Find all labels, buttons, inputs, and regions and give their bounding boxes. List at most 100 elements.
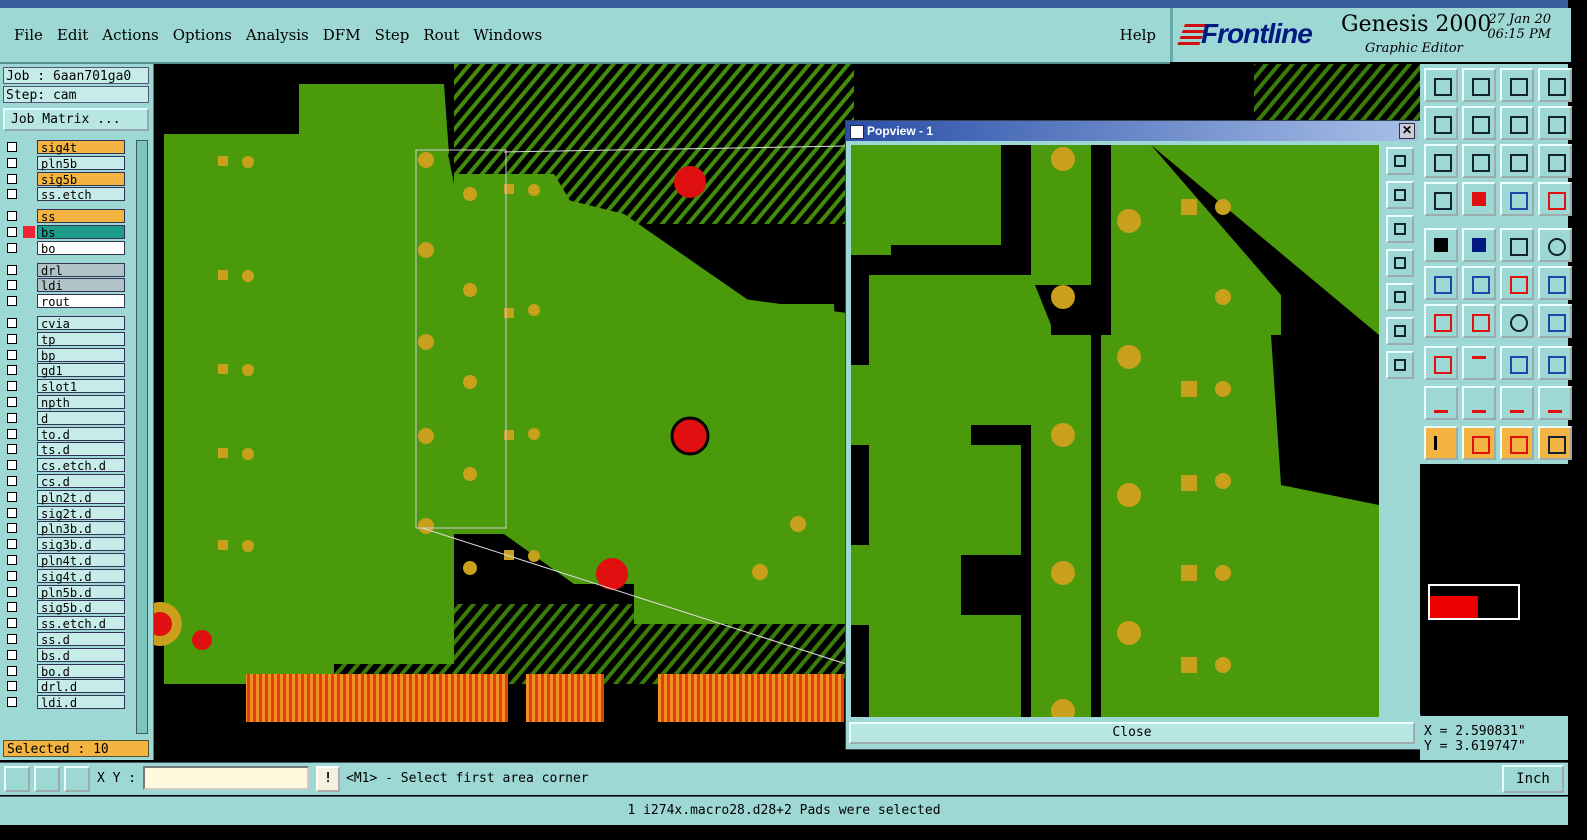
step-button[interactable] (1538, 106, 1572, 140)
layer-row[interactable]: slot1 (3, 379, 133, 394)
menu-rout[interactable]: Rout (423, 26, 459, 44)
layer-row[interactable]: pln5b (3, 155, 133, 171)
component-tool-button[interactable] (1500, 346, 1534, 380)
layer-row[interactable]: d (3, 410, 133, 426)
layer-checkbox[interactable] (7, 570, 17, 581)
layer-checkbox[interactable] (7, 491, 17, 502)
layer-checkbox[interactable] (7, 412, 17, 423)
layer-row[interactable]: bs.d (3, 647, 133, 663)
menu-options[interactable]: Options (173, 26, 232, 44)
pad-tool-button[interactable] (1424, 346, 1458, 380)
triangle-tool-button[interactable] (1424, 386, 1458, 420)
layer-checkbox[interactable] (7, 142, 17, 152)
layer-row[interactable]: sig4t (3, 140, 133, 155)
layer-row[interactable]: drl.d (3, 679, 133, 694)
layer-checkbox[interactable] (7, 428, 17, 439)
zoom-ratio-button[interactable] (1500, 144, 1534, 178)
help-tool-button[interactable] (1538, 144, 1572, 178)
pan-right-tool[interactable] (1386, 283, 1414, 311)
slash-tool-button[interactable] (1462, 304, 1496, 338)
layer-checkbox[interactable] (7, 242, 17, 253)
close-icon[interactable]: ✕ (1399, 123, 1415, 139)
layer-checkbox[interactable] (7, 523, 17, 534)
layer-row[interactable]: to.d (3, 426, 133, 442)
layer-row[interactable]: pln3b.d (3, 521, 133, 536)
layer-checkbox[interactable] (7, 381, 17, 392)
grid-mode-button[interactable] (64, 766, 90, 792)
snap-mode-button[interactable] (4, 766, 30, 792)
zoom-in-tool[interactable] (1386, 147, 1414, 175)
layer-list-scrollbar[interactable] (136, 140, 148, 734)
layer-checkbox[interactable] (7, 649, 17, 660)
pan-left-tool[interactable] (1386, 249, 1414, 277)
layer-checkbox[interactable] (7, 697, 17, 708)
layer-checkbox[interactable] (7, 365, 17, 376)
menu-dfm[interactable]: DFM (323, 26, 361, 44)
layer-row[interactable]: ss.etch.d (3, 616, 133, 631)
layer-checkbox[interactable] (7, 264, 17, 275)
arc-tool-button[interactable] (1500, 304, 1534, 338)
menu-step[interactable]: Step (375, 26, 410, 44)
menu-analysis[interactable]: Analysis (246, 26, 309, 44)
layer-checkbox[interactable] (7, 349, 17, 360)
select-net-tool-button[interactable] (1500, 426, 1534, 460)
angle-mode-button[interactable] (34, 766, 60, 792)
zoom-fit-tool[interactable] (1386, 317, 1414, 345)
layer-checkbox[interactable] (7, 634, 17, 644)
pan-up-button[interactable] (1424, 68, 1458, 102)
menu-help[interactable]: Help (1120, 26, 1156, 44)
layer-checkbox[interactable] (7, 618, 17, 629)
minus-tool-button[interactable] (1462, 346, 1496, 380)
ruler-tool-button[interactable] (1500, 228, 1534, 262)
layer-row[interactable]: gd1 (3, 363, 133, 378)
layer-row[interactable]: pln2t.d (3, 489, 133, 505)
layer-row[interactable]: pln4t.d (3, 553, 133, 568)
triangle4-tool-button[interactable] (1538, 386, 1572, 420)
layer-checkbox[interactable] (7, 460, 17, 471)
pan-left-button[interactable] (1424, 106, 1458, 140)
layer-row[interactable]: sig5b (3, 171, 133, 187)
pan-right-button[interactable] (1462, 106, 1496, 140)
layer-row[interactable]: cs.etch.d (3, 458, 133, 473)
layer-checkbox[interactable] (7, 602, 17, 613)
unit-button[interactable]: Inch (1502, 765, 1564, 793)
select-tool-button[interactable] (1424, 426, 1458, 460)
layer-row[interactable]: ss.etch (3, 187, 133, 202)
layer-checkbox[interactable] (7, 397, 17, 407)
xy-input[interactable] (143, 766, 309, 790)
layer-row[interactable]: ldi.d (3, 695, 133, 710)
layer-checkbox[interactable] (7, 227, 17, 237)
layer-row[interactable]: bo.d (3, 663, 133, 679)
layer-row[interactable]: rout (3, 294, 133, 309)
pan-up-tool[interactable] (1386, 181, 1414, 209)
layer-checkbox[interactable] (7, 665, 17, 676)
menu-file[interactable]: File (14, 26, 43, 44)
layer-row[interactable]: cvia (3, 316, 133, 331)
layer-row[interactable]: sig5b.d (3, 600, 133, 615)
redraw-button[interactable] (1500, 106, 1534, 140)
window-button[interactable] (1538, 68, 1572, 102)
layer-checkbox[interactable] (7, 333, 17, 344)
warning-button[interactable]: ! (316, 766, 340, 792)
zoom-home-tool[interactable] (1386, 351, 1414, 379)
line-tool-button[interactable] (1500, 266, 1534, 300)
layer-checkbox[interactable] (7, 157, 17, 168)
layer-checkbox[interactable] (7, 189, 17, 200)
job-matrix-button[interactable]: Job Matrix ... (3, 108, 149, 131)
layer-checkbox[interactable] (7, 555, 17, 565)
layer-row[interactable]: ts.d (3, 442, 133, 457)
layer-row[interactable]: bs (3, 225, 133, 240)
probe-tool-button[interactable] (1462, 182, 1496, 216)
layer-row[interactable]: npth (3, 395, 133, 410)
layer-checkbox[interactable] (7, 476, 17, 486)
layer-checkbox[interactable] (7, 539, 17, 550)
home-view-button[interactable] (1500, 68, 1534, 102)
layer-row[interactable]: bo (3, 240, 133, 256)
close-button[interactable]: Close (849, 722, 1415, 744)
pan-down-button[interactable] (1462, 68, 1496, 102)
layer-checkbox[interactable] (7, 280, 17, 291)
layer-row[interactable]: bp (3, 347, 133, 363)
menu-actions[interactable]: Actions (102, 26, 158, 44)
connect-tool-button[interactable] (1424, 266, 1458, 300)
layer-row[interactable]: pln5b.d (3, 584, 133, 600)
